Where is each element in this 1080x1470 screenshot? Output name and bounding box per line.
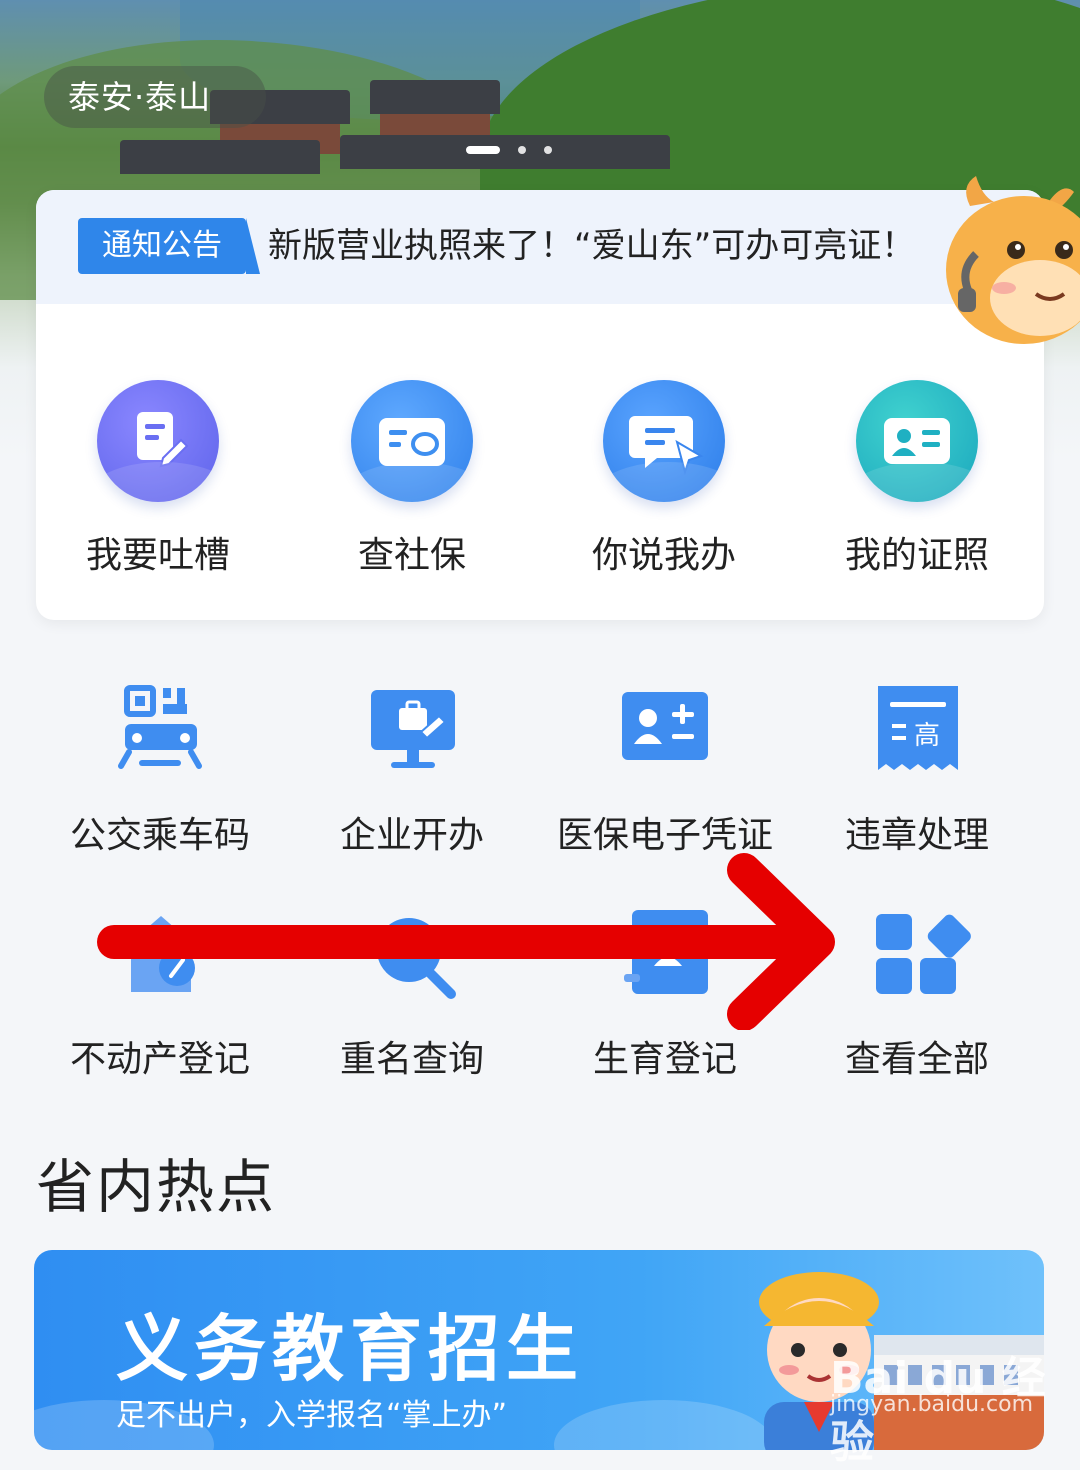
service-label: 公交乘车码 [69, 815, 250, 856]
quick-services: 我要吐槽 查社保 你说我办 我的证照 [36, 380, 1044, 580]
service-enterprise-setup[interactable]: 企业开办 [297, 682, 527, 858]
service-traffic-violation[interactable]: 高 违章处理 [802, 682, 1032, 858]
service-label: 生育登记 [592, 1039, 737, 1080]
quick-label: 我的证照 [844, 535, 989, 576]
location-label[interactable]: 泰安·泰山 [44, 66, 266, 128]
svg-text:高: 高 [914, 721, 940, 751]
chat-pointer-icon [603, 380, 725, 502]
service-name-search[interactable]: 重名查询 [297, 906, 527, 1082]
service-property-register[interactable]: 不动产登记 [45, 906, 275, 1082]
carousel-dot [544, 146, 552, 154]
id-card-icon [856, 380, 978, 502]
notice-bar[interactable]: 通知公告 新版营业执照来了！“爱山东”可办可亮证！ [36, 190, 1044, 304]
service-label: 医保电子凭证 [556, 815, 773, 856]
quick-social-insurance[interactable]: 查社保 [312, 380, 512, 578]
service-label: 查看全部 [844, 1039, 989, 1080]
quick-label: 我要吐槽 [85, 535, 230, 576]
property-register-icon [105, 906, 215, 1016]
traffic-ticket-icon: 高 [862, 682, 972, 792]
enterprise-monitor-icon [357, 682, 467, 792]
service-label: 重名查询 [339, 1039, 484, 1080]
service-label: 不动产登记 [69, 1039, 250, 1080]
watermark-url: jingyan.baidu.com [830, 1392, 1034, 1417]
mascot-avatar[interactable] [940, 170, 1080, 360]
service-label: 企业开办 [339, 815, 484, 856]
quick-label: 查社保 [357, 535, 466, 576]
service-birth-register[interactable]: 生育登记 [550, 906, 780, 1082]
grid-all-icon [862, 906, 972, 1016]
name-search-icon [357, 906, 467, 1016]
carousel-dot-active [466, 146, 500, 154]
banner-subtitle: 足不出户，入学报名“掌上办” [116, 1398, 508, 1433]
social-insurance-card-icon [351, 380, 473, 502]
service-bus-qr[interactable]: 公交乘车码 [45, 682, 275, 858]
quick-you-say-we-do[interactable]: 你说我办 [564, 380, 764, 578]
services-card: 通知公告 新版营业执照来了！“爱山东”可办可亮证！ 我要吐槽 查社保 你说我办 … [36, 190, 1044, 620]
bus-qr-icon [105, 682, 215, 792]
quick-my-licenses[interactable]: 我的证照 [817, 380, 1017, 578]
quick-label: 你说我办 [591, 535, 736, 576]
service-medical-voucher[interactable]: 医保电子凭证 [550, 682, 780, 858]
section-title-hot: 省内热点 [36, 1153, 277, 1221]
carousel-indicator [466, 146, 552, 154]
medical-id-icon [610, 682, 720, 792]
edit-document-icon [97, 380, 219, 502]
banner-title: 义务教育招生 [116, 1307, 585, 1391]
carousel-dot [518, 146, 526, 154]
service-label: 违章处理 [844, 815, 989, 856]
birth-register-icon [610, 906, 720, 1016]
notice-tag: 通知公告 [78, 218, 260, 274]
notice-text[interactable]: 新版营业执照来了！“爱山东”可办可亮证！ [268, 218, 915, 274]
quick-complaint[interactable]: 我要吐槽 [58, 380, 258, 578]
view-all-button[interactable]: 查看全部 [802, 906, 1032, 1082]
